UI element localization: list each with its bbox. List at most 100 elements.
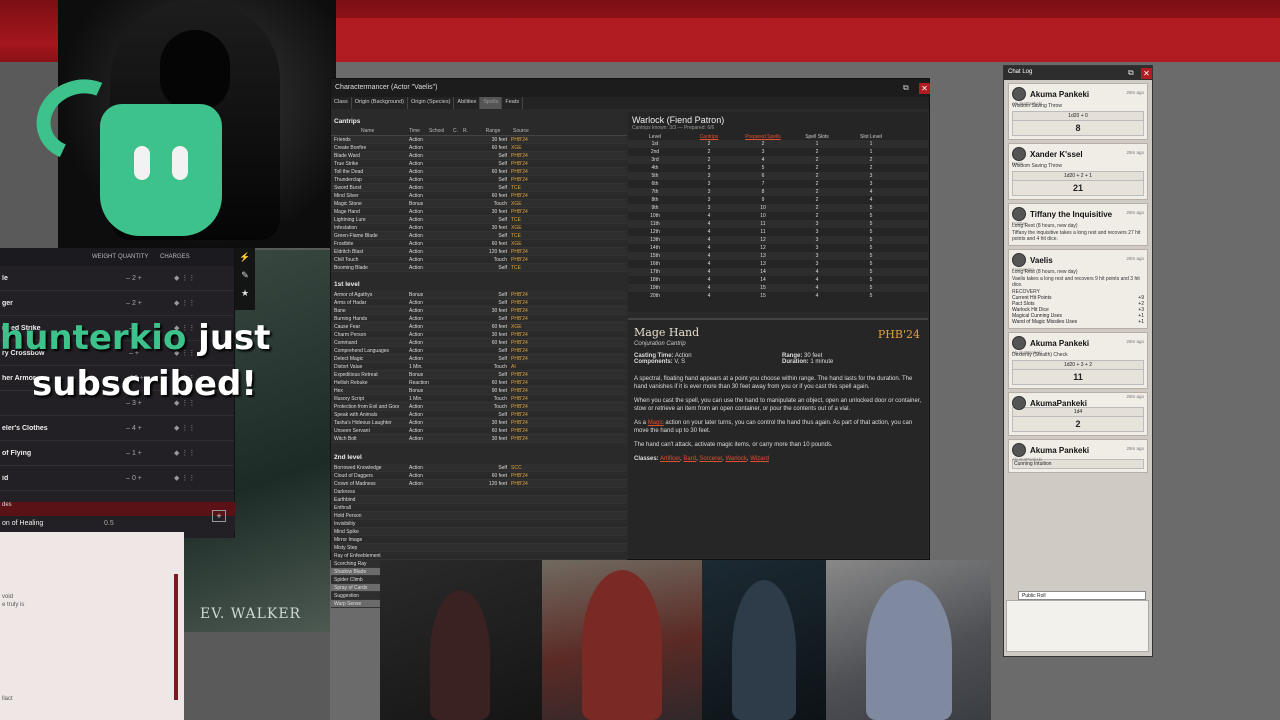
spell-row[interactable]: Green-Flame Blade Action Self TCE bbox=[331, 232, 627, 240]
spell-row[interactable]: Charm Person Action 30 feet PHB'24 bbox=[331, 331, 627, 339]
class-link[interactable]: Wizard bbox=[750, 456, 769, 462]
avatar[interactable] bbox=[1012, 396, 1026, 410]
spell-row[interactable]: Frostbite Action 60 feet XGE bbox=[331, 240, 627, 248]
tab-feats[interactable]: Feats bbox=[502, 97, 524, 109]
inventory-row[interactable]: eler's Clothes – 4 + ◆ ⋮⋮ bbox=[0, 416, 234, 441]
portrait-elf[interactable] bbox=[826, 560, 991, 720]
spell-source[interactable]: PHB'24 bbox=[878, 328, 920, 341]
lightning-icon[interactable]: ⚡ bbox=[238, 252, 252, 266]
spell-row[interactable]: Sword Burst Action Self TCE bbox=[331, 184, 627, 192]
roll-result[interactable]: 11 bbox=[1012, 370, 1144, 385]
avatar[interactable] bbox=[1012, 207, 1026, 221]
spell-row[interactable]: Enthrall bbox=[331, 504, 627, 512]
spell-row[interactable]: Misty Step bbox=[331, 544, 627, 552]
roll-result[interactable]: 2 bbox=[1012, 417, 1144, 432]
feather-icon[interactable]: ✎ bbox=[238, 270, 252, 284]
col-time[interactable]: Time bbox=[399, 128, 429, 135]
spell-row[interactable]: Mind Sliver Action 60 feet PHB'24 bbox=[331, 192, 627, 200]
col-source[interactable]: Source bbox=[513, 128, 543, 135]
roll-formula[interactable]: 1d4 bbox=[1012, 407, 1144, 417]
inventory-row[interactable]: ger – 2 + ◆ ⋮⋮ bbox=[0, 291, 234, 316]
tab-class[interactable]: Class bbox=[331, 97, 352, 109]
spell-row[interactable]: Thunderclap Action Self PHB'24 bbox=[331, 176, 627, 184]
chat-input[interactable] bbox=[1006, 600, 1149, 652]
col-name[interactable]: Name bbox=[331, 128, 399, 135]
add-item-button[interactable]: + bbox=[212, 510, 226, 522]
col-range[interactable]: Range bbox=[473, 128, 513, 135]
tab-origin-background-[interactable]: Origin (Background) bbox=[352, 97, 408, 109]
inventory-item-potion[interactable]: on of Healing 0.5 bbox=[0, 516, 235, 532]
spell-row[interactable]: Cause Fear Action 60 feet XGE bbox=[331, 323, 627, 331]
spell-row[interactable]: Friends Action 30 feet PHB'24 bbox=[331, 136, 627, 144]
notes-scrollbar[interactable] bbox=[174, 574, 178, 700]
spell-row[interactable]: Mind Spike bbox=[331, 528, 627, 536]
col-concentration[interactable]: C. bbox=[453, 128, 463, 135]
close-icon[interactable]: ✕ bbox=[919, 83, 930, 94]
spell-row[interactable]: Protection from Evil and Good Action Touch… bbox=[331, 403, 627, 411]
spell-row[interactable]: Earthbind bbox=[331, 496, 627, 504]
portrait-tiefling[interactable] bbox=[380, 560, 542, 720]
chat-close-icon[interactable]: ✕ bbox=[1141, 68, 1152, 79]
star-icon[interactable]: ★ bbox=[238, 288, 252, 302]
avatar[interactable] bbox=[1012, 253, 1026, 267]
spell-row[interactable]: Lightning Lure Action Self TCE bbox=[331, 216, 627, 224]
portrait-warrior[interactable] bbox=[542, 560, 702, 720]
spell-row[interactable]: Unseen Servant Action 60 feet PHB'24 bbox=[331, 427, 627, 435]
notes-panel[interactable]: void e truly is llact bbox=[0, 532, 184, 720]
portrait-reader[interactable] bbox=[702, 560, 826, 720]
tab-spells[interactable]: Spells bbox=[480, 97, 503, 109]
class-link[interactable]: Sorcerer bbox=[699, 456, 722, 462]
spell-row[interactable]: Witch Bolt Action 30 feet PHB'24 bbox=[331, 435, 627, 443]
inventory-row[interactable]: id – 0 + ◆ ⋮⋮ bbox=[0, 466, 234, 491]
spell-row[interactable]: Create Bonfire Action 60 feet XGE bbox=[331, 144, 627, 152]
spell-row[interactable]: Burning Hands Action Self PHB'24 bbox=[331, 315, 627, 323]
popout-icon[interactable]: ⧉ bbox=[903, 83, 914, 94]
class-link[interactable]: Artificer bbox=[660, 456, 680, 462]
item-actions-icon[interactable]: ◆ ⋮⋮ bbox=[174, 274, 195, 282]
spell-row[interactable]: Toll the Dead Action 60 feet PHB'24 bbox=[331, 168, 627, 176]
spell-row[interactable]: Cloud of Daggers Action 60 feet PHB'24 bbox=[331, 472, 627, 480]
avatar[interactable] bbox=[1012, 87, 1026, 101]
avatar[interactable] bbox=[1012, 147, 1026, 161]
item-actions-icon[interactable]: ◆ ⋮⋮ bbox=[174, 449, 195, 457]
spell-row[interactable]: Borrowed Knowledge Action Self SCC bbox=[331, 464, 627, 472]
tab-abilities[interactable]: Abilities bbox=[454, 97, 481, 109]
inventory-row[interactable]: le – 2 + ◆ ⋮⋮ bbox=[0, 266, 234, 291]
class-link[interactable]: Bard bbox=[683, 456, 696, 462]
spell-row[interactable]: Detect Magic Action Self PHB'24 bbox=[331, 355, 627, 363]
tab-origin-species-[interactable]: Origin (Species) bbox=[408, 97, 455, 109]
spell-row[interactable]: Speak with Animals Action Self PHB'24 bbox=[331, 411, 627, 419]
spell-row[interactable]: Hold Person bbox=[331, 512, 627, 520]
roll-result[interactable]: 21 bbox=[1012, 181, 1144, 196]
spell-row[interactable]: Command Action 60 feet PHB'24 bbox=[331, 339, 627, 347]
roll-formula[interactable]: 1d20 + 0 bbox=[1012, 111, 1144, 121]
item-actions-icon[interactable]: ◆ ⋮⋮ bbox=[174, 299, 195, 307]
col-ritual[interactable]: R. bbox=[463, 128, 473, 135]
spell-row[interactable]: Crown of Madness Action 120 feet PHB'24 bbox=[331, 480, 627, 488]
spell-row[interactable]: Hellish Rebuke Reaction 60 feet PHB'24 bbox=[331, 379, 627, 387]
spell-row[interactable]: Comprehend Languages Action Self PHB'24 bbox=[331, 347, 627, 355]
spell-row[interactable]: Hex Bonus 90 feet PHB'24 bbox=[331, 387, 627, 395]
spell-row[interactable]: Eldritch Blast Action 120 feet PHB'24 bbox=[331, 248, 627, 256]
spell-row[interactable]: Illusory Script 1 Min. Touch PHB'24 bbox=[331, 395, 627, 403]
roll-formula[interactable]: 1d20 + 3 + 2 bbox=[1012, 360, 1144, 370]
spell-row[interactable]: Expeditious Retreat Bonus Self PHB'24 bbox=[331, 371, 627, 379]
spell-row[interactable]: Armor of Agathys Bonus Self PHB'24 bbox=[331, 291, 627, 299]
avatar[interactable] bbox=[1012, 336, 1026, 350]
roll-result[interactable]: 8 bbox=[1012, 121, 1144, 136]
spell-row[interactable]: Ray of Enfeeblement bbox=[331, 552, 627, 560]
col-school[interactable]: School bbox=[429, 128, 453, 135]
inventory-row[interactable]: of Flying – 1 + ◆ ⋮⋮ bbox=[0, 441, 234, 466]
avatar[interactable] bbox=[1012, 443, 1026, 457]
spell-row[interactable]: Distort Value 1 Min. Touch AI bbox=[331, 363, 627, 371]
spell-row[interactable]: Mage Hand Action 30 feet PHB'24 bbox=[331, 208, 627, 216]
spell-row[interactable]: Blade Ward Action Self PHB'24 bbox=[331, 152, 627, 160]
roll-formula[interactable]: 1d20 + 2 + 1 bbox=[1012, 171, 1144, 181]
spell-row[interactable]: Arms of Hadar Action Self PHB'24 bbox=[331, 299, 627, 307]
spell-row[interactable]: Mirror Image bbox=[331, 536, 627, 544]
spell-row[interactable]: Infestation Action 30 feet XGE bbox=[331, 224, 627, 232]
spell-row[interactable]: Bane Action 30 feet PHB'24 bbox=[331, 307, 627, 315]
roll-mode-select[interactable]: Public Roll bbox=[1018, 591, 1146, 600]
spell-row[interactable]: Tasha's Hideous Laughter Action 30 feet PHB… bbox=[331, 419, 627, 427]
class-link[interactable]: Warlock bbox=[725, 456, 746, 462]
